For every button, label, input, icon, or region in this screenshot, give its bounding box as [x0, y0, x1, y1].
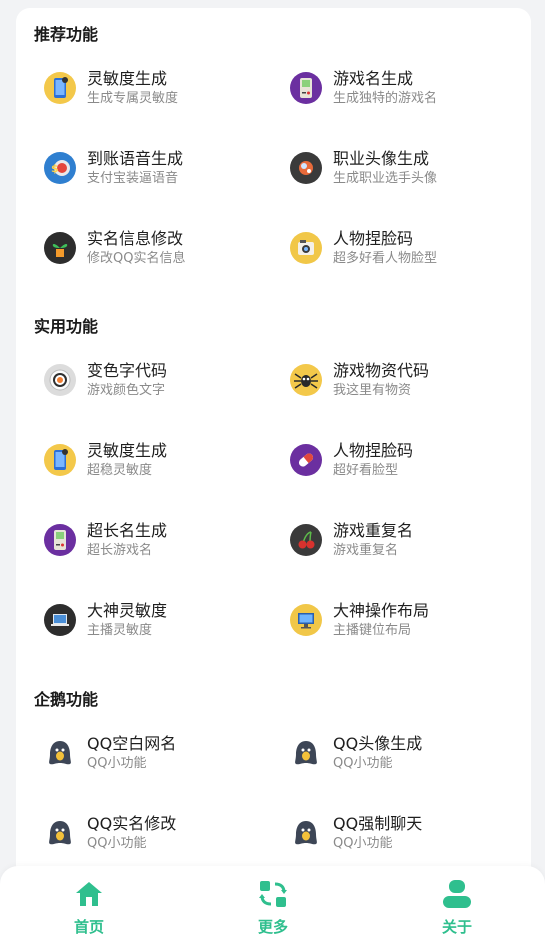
item-title: 灵敏度生成 [87, 68, 168, 88]
item-subtitle: 生成职业选手头像 [333, 170, 438, 186]
feature-item[interactable]: 游戏重复名 游戏重复名 [290, 510, 520, 570]
gameboy-icon [290, 72, 322, 104]
refresh-icon [259, 881, 287, 907]
item-subtitle: QQ小功能 [333, 755, 393, 771]
item-title: 变色字代码 [87, 360, 168, 380]
section-title-practical: 实用功能 [34, 317, 99, 336]
pill-icon [290, 444, 322, 476]
cherry-icon [290, 524, 322, 556]
item-title: QQ实名修改 [87, 813, 177, 833]
item-subtitle: 我这里有物资 [333, 382, 412, 398]
item-title: 灵敏度生成 [87, 440, 168, 460]
penguin-icon [44, 737, 76, 769]
tab-home-label: 首页 [73, 918, 104, 936]
penguin-icon [290, 817, 322, 849]
phone-icon [44, 444, 76, 476]
laptop-icon [44, 604, 76, 636]
item-title: 大神操作布局 [333, 600, 430, 620]
item-title: 实名信息修改 [87, 228, 184, 248]
phone-icon [44, 72, 76, 104]
item-title: 职业头像生成 [333, 148, 430, 168]
item-subtitle: QQ小功能 [87, 835, 147, 851]
feature-item[interactable]: 大神操作布局主播键位布局 [290, 590, 520, 650]
penguin-icon [290, 737, 322, 769]
feature-item[interactable]: QQ强制聊天 QQ小功能 [290, 803, 520, 863]
avatar-icon [290, 152, 322, 184]
feature-item[interactable]: 人物捏脸码超多好看人物脸型 [290, 218, 520, 278]
item-subtitle: 生成独特的游戏名 [333, 90, 438, 106]
coin-icon: $ [44, 152, 76, 184]
home-icon [76, 882, 102, 906]
plant-icon [44, 232, 76, 264]
feature-item[interactable]: 灵敏度生成生成专属灵敏度 [44, 58, 274, 118]
item-subtitle: QQ小功能 [333, 835, 393, 851]
item-subtitle: 支付宝装逼语音 [87, 170, 179, 186]
feature-item[interactable]: 实名信息修改修改QQ实名信息 [44, 218, 274, 278]
feature-item[interactable]: 超长名生成超长游戏名 [44, 510, 274, 570]
item-title: QQ强制聊天 [333, 813, 423, 833]
feature-item[interactable]: $ 到账语音生成支付宝装逼语音 [44, 138, 274, 198]
section-title-recommended: 推荐功能 [34, 25, 99, 44]
feature-item[interactable]: 大神灵敏度主播灵敏度 [44, 590, 274, 650]
feature-item[interactable]: 游戏名生成生成独特的游戏名 [290, 58, 520, 118]
item-subtitle: 生成专属灵敏度 [87, 90, 179, 106]
item-title: QQ空白网名 [87, 733, 177, 753]
item-title: 大神灵敏度 [87, 600, 168, 620]
main-card: 推荐功能 灵敏度生成 生成专属灵敏度 游戏名生成 生成独特的游戏名 $ 到账语音生成… [16, 8, 531, 888]
item-title: 游戏物资代码 [333, 360, 430, 380]
feature-item[interactable]: 灵敏度生成超稳灵敏度 [44, 430, 274, 490]
user-icon [443, 880, 471, 908]
section-title-penguin: 企鹅功能 [34, 690, 99, 709]
feature-item[interactable]: 人物捏脸码超好看脸型 [290, 430, 520, 490]
gameboy-icon [44, 524, 76, 556]
feature-item[interactable]: 游戏物资代码我这里有物资 [290, 350, 520, 410]
monitor-icon [290, 604, 322, 636]
item-subtitle: 游戏重复名 [333, 542, 399, 558]
item-subtitle: 游戏颜色文字 [87, 382, 166, 398]
sushi-icon [44, 364, 76, 396]
penguin-icon [44, 817, 76, 849]
feature-item[interactable]: QQ头像生成 QQ小功能 [290, 723, 520, 783]
item-subtitle: 主播灵敏度 [87, 622, 153, 638]
svg-text:$: $ [51, 162, 59, 175]
item-title: 超长名生成 [87, 520, 168, 540]
camera-icon [290, 232, 322, 264]
tab-more[interactable]: 更多 [228, 878, 318, 940]
item-title: 人物捏脸码 [333, 440, 414, 460]
item-title: QQ头像生成 [333, 733, 423, 753]
tab-about[interactable]: 关于 [412, 878, 502, 940]
feature-item[interactable]: QQ实名修改 QQ小功能 [44, 803, 274, 863]
feature-item[interactable]: 变色字代码游戏颜色文字 [44, 350, 274, 410]
item-title: 游戏重复名 [333, 520, 414, 540]
item-subtitle: QQ小功能 [87, 755, 147, 771]
tab-home[interactable]: 首页 [44, 878, 134, 940]
item-subtitle: 超长游戏名 [87, 542, 153, 558]
feature-item[interactable]: 职业头像生成生成职业选手头像 [290, 138, 520, 198]
item-title: 游戏名生成 [333, 68, 414, 88]
item-subtitle: 超好看脸型 [333, 462, 399, 478]
tab-about-label: 关于 [441, 918, 472, 936]
item-subtitle: 超多好看人物脸型 [333, 250, 438, 266]
item-subtitle: 超稳灵敏度 [87, 462, 153, 478]
spider-icon [290, 364, 322, 396]
item-subtitle: 修改QQ实名信息 [87, 250, 186, 266]
feature-item[interactable]: QQ空白网名 QQ小功能 [44, 723, 274, 783]
tab-more-label: 更多 [257, 918, 288, 936]
bottom-tab-bar: 首页 更多 关于 [0, 866, 545, 945]
item-title: 到账语音生成 [87, 148, 184, 168]
item-title: 人物捏脸码 [333, 228, 414, 248]
item-subtitle: 主播键位布局 [333, 622, 412, 638]
